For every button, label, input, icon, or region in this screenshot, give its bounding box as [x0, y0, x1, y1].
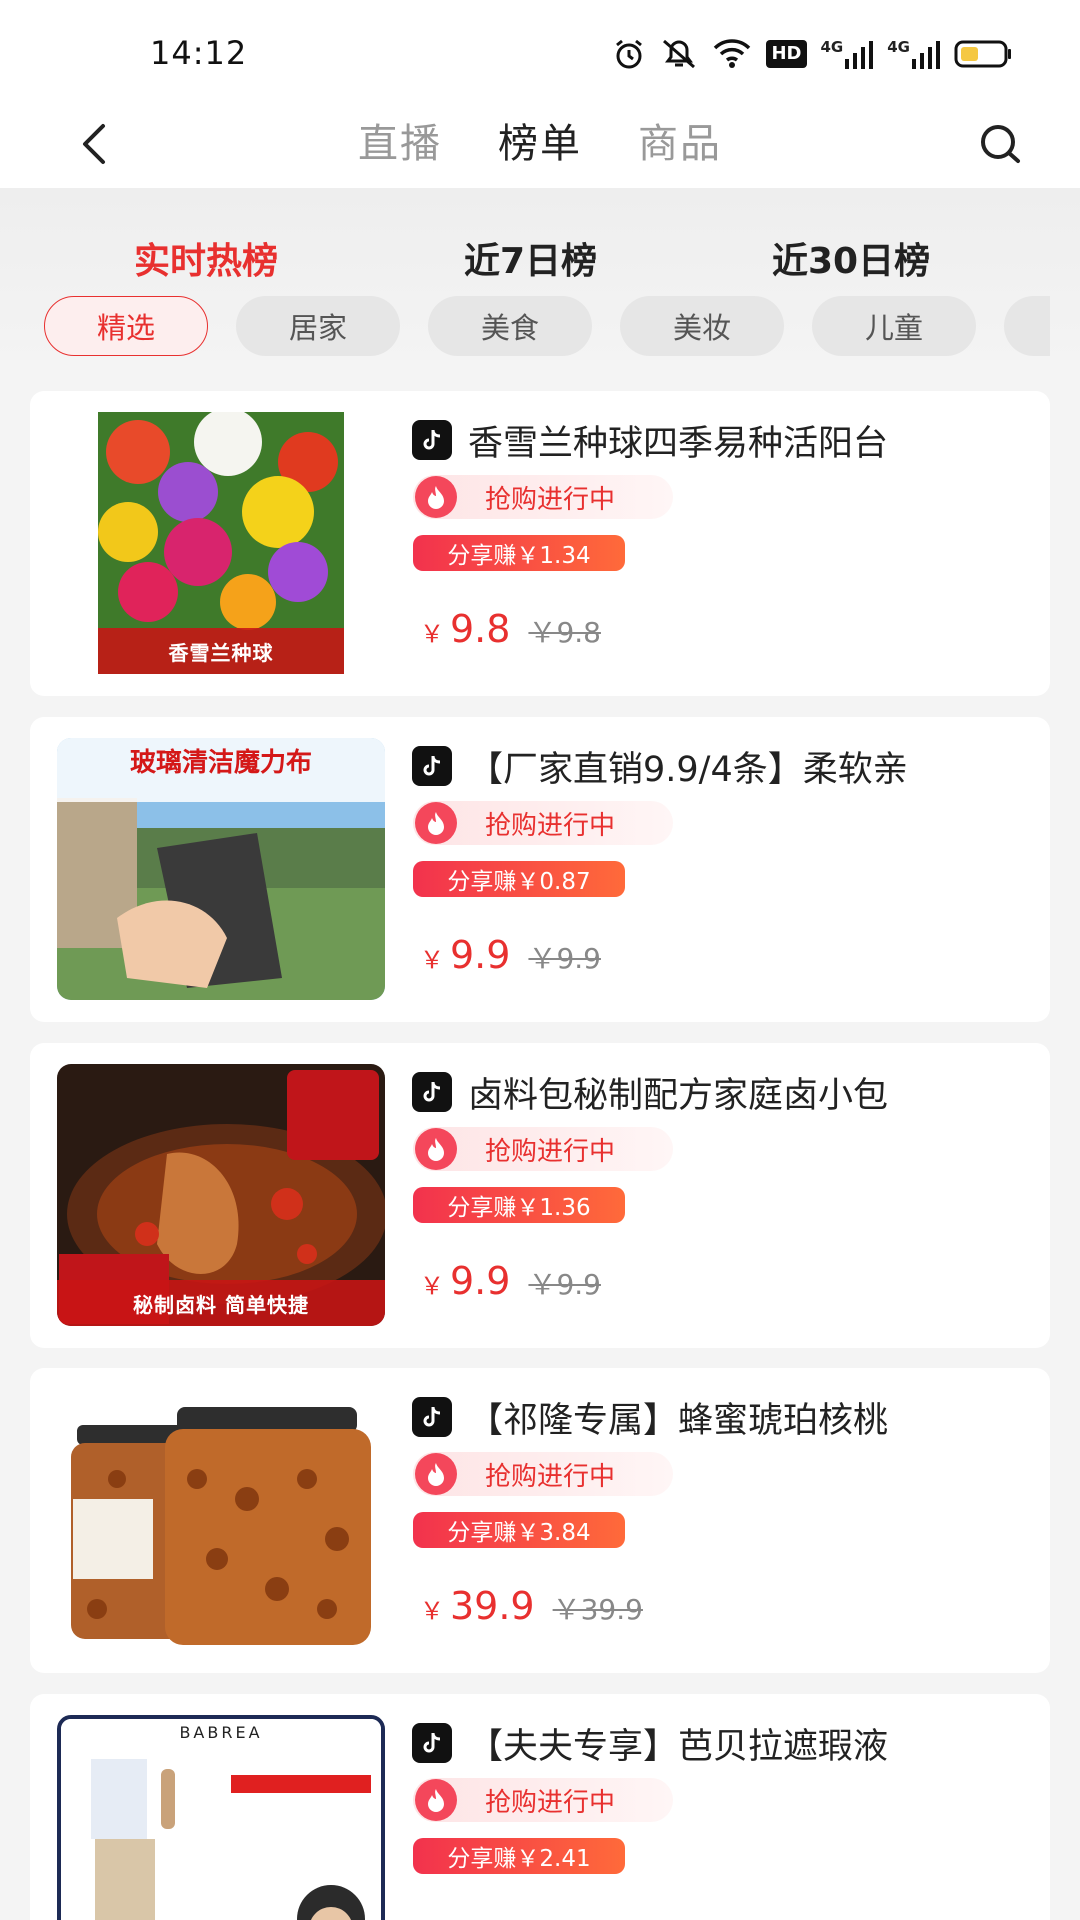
product-image-caption: 秘制卤料 简单快捷	[57, 1280, 385, 1326]
tab-live[interactable]: 直播	[358, 112, 442, 176]
alarm-icon	[612, 37, 646, 71]
rank-tab-realtime[interactable]: 实时热榜	[134, 232, 278, 292]
category-pill-food[interactable]: 美食	[428, 296, 592, 356]
product-title: 香雪兰种球四季易种活阳台	[468, 423, 889, 464]
flame-icon	[415, 476, 457, 518]
product-image-caption: 香雪兰种球	[98, 628, 344, 674]
current-price: 9.9	[450, 933, 511, 977]
wifi-icon	[712, 38, 752, 70]
flame-icon	[415, 1453, 457, 1495]
flame-icon	[415, 802, 457, 844]
category-pill-featured[interactable]: 精选	[44, 296, 208, 356]
product-title-row: 【祁隆专属】蜂蜜琥珀核桃	[412, 1390, 1032, 1444]
signal-icon-2: 4G	[887, 39, 940, 69]
signal-type-label-2: 4G	[887, 38, 910, 56]
price-row: ￥ 9.9 ￥9.9	[420, 1259, 601, 1309]
flash-sale-text: 抢购进行中	[485, 1461, 616, 1492]
original-price: ￥9.9	[528, 1268, 601, 1301]
product-title-row: 香雪兰种球四季易种活阳台	[412, 413, 1032, 467]
original-price: ￥9.8	[528, 616, 601, 649]
flash-sale-text: 抢购进行中	[485, 1787, 616, 1818]
currency-symbol: ￥	[420, 620, 444, 648]
battery-icon	[954, 39, 1012, 69]
current-price: 9.8	[450, 607, 511, 651]
flame-icon	[415, 1779, 457, 1821]
original-price: ￥9.9	[528, 942, 601, 975]
current-price: 39.9	[450, 1584, 535, 1628]
status-bar: 14:12 HD 4G 4G	[0, 0, 1080, 100]
product-image-caption: 玻璃清洁魔力布	[129, 748, 312, 778]
tab-products[interactable]: 商品	[638, 112, 722, 176]
product-image	[57, 1389, 385, 1651]
flash-sale-badge: 抢购进行中	[413, 475, 673, 519]
share-earn-badge[interactable]: 分享赚￥0.87	[413, 861, 625, 897]
flash-sale-text: 抢购进行中	[485, 484, 616, 515]
product-image: BABREA	[57, 1715, 385, 1920]
product-card[interactable]: 玻璃清洁魔力布 【厂家直销9.9/4条】柔软亲 抢购进行中 分享赚￥0.87 ￥…	[30, 717, 1050, 1022]
price-row: ￥ 39.9 ￥39.9	[420, 1584, 643, 1634]
category-pill-kids[interactable]: 儿童	[812, 296, 976, 356]
product-card[interactable]: 秘制卤料 简单快捷 卤料包秘制配方家庭卤小包 抢购进行中 分享赚￥1.36 ￥ …	[30, 1043, 1050, 1348]
flash-sale-badge: 抢购进行中	[413, 801, 673, 845]
product-card[interactable]: 香雪兰种球 香雪兰种球四季易种活阳台 抢购进行中 分享赚￥1.34 ￥ 9.8 …	[30, 391, 1050, 696]
product-card[interactable]: BABREA 【夫夫专享】芭贝拉遮瑕液 抢购进行中 分享赚￥2.41	[30, 1694, 1050, 1920]
flash-sale-badge: 抢购进行中	[413, 1778, 673, 1822]
search-button[interactable]	[970, 114, 1030, 174]
flash-sale-badge: 抢购进行中	[413, 1452, 673, 1496]
product-image-caption: BABREA	[179, 1723, 263, 1742]
rank-tabs: 实时热榜 近7日榜 近30日榜	[0, 232, 1080, 292]
category-pill-beauty[interactable]: 美妆	[620, 296, 784, 356]
douyin-icon	[412, 1397, 452, 1437]
douyin-icon	[412, 1723, 452, 1763]
product-title-row: 卤料包秘制配方家庭卤小包	[412, 1065, 1032, 1119]
currency-symbol: ￥	[420, 946, 444, 974]
rank-tab-7day[interactable]: 近7日榜	[464, 232, 597, 292]
flash-sale-text: 抢购进行中	[485, 1136, 616, 1167]
mute-icon	[660, 37, 698, 71]
tab-ranking[interactable]: 榜单	[498, 112, 582, 176]
status-icons: HD 4G 4G	[612, 36, 1012, 72]
signal-type-label: 4G	[820, 38, 844, 56]
share-earn-badge[interactable]: 分享赚￥1.34	[413, 535, 625, 571]
hd-icon: HD	[766, 40, 807, 68]
product-image: 玻璃清洁魔力布	[57, 738, 385, 1000]
category-pill-more[interactable]	[1004, 296, 1050, 356]
product-card[interactable]: 【祁隆专属】蜂蜜琥珀核桃 抢购进行中 分享赚￥3.84 ￥ 39.9 ￥39.9	[30, 1368, 1050, 1673]
share-earn-badge[interactable]: 分享赚￥3.84	[413, 1512, 625, 1548]
product-image: 香雪兰种球	[98, 412, 344, 674]
douyin-icon	[412, 420, 452, 460]
original-price: ￥39.9	[552, 1593, 643, 1626]
product-title: 【厂家直销9.9/4条】柔软亲	[468, 749, 908, 790]
product-title-row: 【夫夫专享】芭贝拉遮瑕液	[412, 1716, 1032, 1770]
signal-icon: 4G	[821, 39, 874, 69]
product-title: 【夫夫专享】芭贝拉遮瑕液	[468, 1726, 889, 1767]
product-title-row: 【厂家直销9.9/4条】柔软亲	[412, 739, 1032, 793]
current-price: 9.9	[450, 1259, 511, 1303]
douyin-icon	[412, 1072, 452, 1112]
flash-sale-badge: 抢购进行中	[413, 1127, 673, 1171]
product-image: 秘制卤料 简单快捷	[57, 1064, 385, 1326]
price-row: ￥ 9.8 ￥9.8	[420, 607, 601, 657]
flame-icon	[415, 1128, 457, 1170]
douyin-icon	[412, 746, 452, 786]
rank-tab-30day[interactable]: 近30日榜	[772, 232, 930, 292]
search-icon	[981, 125, 1020, 163]
share-earn-badge[interactable]: 分享赚￥2.41	[413, 1838, 625, 1874]
status-time: 14:12	[150, 34, 248, 72]
nav-tabs: 直播 榜单 商品	[0, 112, 1080, 176]
currency-symbol: ￥	[420, 1272, 444, 1300]
category-pill-home[interactable]: 居家	[236, 296, 400, 356]
currency-symbol: ￥	[420, 1597, 444, 1625]
top-nav-bar: 直播 榜单 商品	[0, 100, 1080, 188]
share-earn-badge[interactable]: 分享赚￥1.36	[413, 1187, 625, 1223]
price-row: ￥ 9.9 ￥9.9	[420, 933, 601, 983]
product-title: 【祁隆专属】蜂蜜琥珀核桃	[468, 1400, 889, 1441]
flash-sale-text: 抢购进行中	[485, 810, 616, 841]
product-title: 卤料包秘制配方家庭卤小包	[468, 1075, 889, 1116]
category-filter-row: 精选 居家 美食 美妆 儿童	[44, 296, 1050, 360]
